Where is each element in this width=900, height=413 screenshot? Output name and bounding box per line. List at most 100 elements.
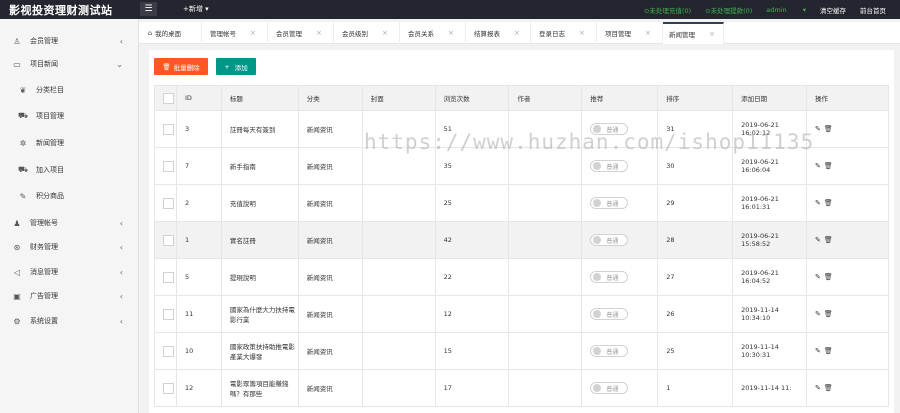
row-checkbox[interactable]: [163, 160, 174, 172]
recommend-toggle[interactable]: 普通: [590, 345, 629, 357]
column-header: 标题: [220, 85, 299, 111]
tab-login-log[interactable]: 登录日志 ×: [531, 22, 597, 44]
edit-icon[interactable]: ✎: [815, 273, 824, 281]
trash-icon[interactable]: 🗑: [824, 199, 836, 207]
sidebar-item-admin-accounts[interactable]: ♟ 管理帐号 ‹: [0, 211, 139, 235]
row-checkbox[interactable]: [163, 123, 174, 135]
sidebar-item-ads[interactable]: ▣ 广告管理 ‹: [0, 284, 139, 308]
sidebar-item-members[interactable]: ♙ 会员管理 ‹: [0, 29, 139, 53]
tab-admin-accounts[interactable]: 管理帐号 ×: [202, 22, 268, 44]
sidebar-item-categories[interactable]: ❦ 分类栏目: [0, 78, 139, 102]
add-new-menu[interactable]: +新增 ▾: [183, 4, 209, 14]
pending-recharge-link[interactable]: ⊙未处理充值(0): [644, 5, 691, 15]
row-checkbox[interactable]: [163, 308, 174, 320]
edit-icon[interactable]: ✎: [815, 310, 824, 318]
trash-icon[interactable]: 🗑: [824, 125, 836, 133]
row-checkbox[interactable]: [163, 197, 174, 209]
clear-cache-link[interactable]: 清空缓存: [820, 5, 846, 15]
sidebar-item-messages[interactable]: ◁ 消息管理 ‹: [0, 260, 139, 284]
plus-icon: +: [224, 62, 230, 71]
trash-icon[interactable]: 🗑: [824, 162, 836, 170]
tab-member-levels[interactable]: 会员级别 ×: [334, 22, 400, 44]
edit-icon[interactable]: ✎: [815, 199, 824, 207]
toggle-label: 普通: [606, 163, 619, 171]
toggle-knob: [593, 384, 602, 392]
cart-icon: ⛟: [18, 111, 29, 120]
close-icon[interactable]: ×: [448, 29, 454, 37]
sidebar-item-label: 项目管理: [36, 112, 64, 120]
close-icon[interactable]: ×: [316, 29, 322, 37]
trash-icon[interactable]: 🗑: [824, 236, 836, 244]
select-all-checkbox[interactable]: [163, 92, 174, 104]
close-icon[interactable]: ×: [579, 29, 585, 37]
title-cell: 註冊每天有簽到: [220, 110, 299, 148]
recommend-toggle[interactable]: 普通: [590, 382, 629, 394]
category-cell: 新闻资讯: [297, 332, 363, 370]
tab-member-relations[interactable]: 会员关系 ×: [400, 22, 466, 44]
toggle-knob: [593, 310, 602, 318]
row-select-cell: [154, 221, 177, 259]
bell-icon: ◁: [13, 267, 21, 277]
add-label: 添加: [234, 63, 248, 72]
close-icon[interactable]: ×: [382, 29, 388, 37]
menu-icon[interactable]: ☰: [140, 2, 157, 16]
row-checkbox[interactable]: [163, 234, 174, 246]
sidebar-item-news[interactable]: ✲ 新闻管理: [0, 131, 139, 155]
tab-news[interactable]: 新闻管理 ×: [663, 22, 724, 44]
sidebar-item-points-goods[interactable]: ✎ 积分商品: [0, 184, 139, 208]
recommend-toggle[interactable]: 普通: [590, 271, 629, 283]
id-cell: 10: [175, 332, 222, 370]
sidebar-item-join-project[interactable]: ⛟ 加入项目: [0, 158, 139, 182]
views-cell: 12: [434, 295, 510, 333]
front-home-link[interactable]: 前台首页: [860, 5, 886, 15]
chevron-down-icon: ⌄: [116, 59, 123, 69]
trash-icon[interactable]: 🗑: [824, 273, 836, 281]
title-cell: 國家政策扶持助推電影產業大爆發: [220, 332, 299, 370]
sidebar-item-system-settings[interactable]: ⚙ 系统设置 ‹: [0, 309, 139, 333]
edit-icon[interactable]: ✎: [815, 384, 824, 392]
views-cell: 15: [434, 332, 510, 370]
user-name: admin: [766, 5, 787, 14]
table-row: 11 國家為什麼大力扶持電影行業 新闻资讯 12 普通 26 2019-11-14 10:3…: [154, 295, 889, 333]
tab-settlement-report[interactable]: 结算报表 ×: [466, 22, 531, 44]
recommend-toggle[interactable]: 普通: [590, 160, 629, 172]
category-cell: 新闻资讯: [297, 221, 363, 259]
add-button[interactable]: + 添加: [216, 58, 256, 75]
edit-icon[interactable]: ✎: [815, 125, 824, 133]
sidebar-item-label: 项目新闻: [30, 60, 58, 68]
row-checkbox[interactable]: [163, 345, 174, 357]
sidebar-item-label: 系统设置: [30, 317, 58, 325]
views-cell: 25: [434, 184, 510, 222]
close-icon[interactable]: ×: [514, 29, 520, 37]
sidebar-item-finance[interactable]: ⊛ 财务管理 ‹: [0, 235, 139, 259]
tab-projects[interactable]: 项目管理 ×: [597, 22, 663, 44]
batch-delete-button[interactable]: 🗑 批量删除: [154, 58, 208, 75]
close-icon[interactable]: ×: [645, 29, 651, 37]
chevron-left-icon: ‹: [119, 218, 123, 228]
tab-my-desktop[interactable]: ⌂ 我的桌面: [139, 22, 202, 44]
close-icon[interactable]: ×: [709, 30, 715, 38]
cover-cell: [361, 332, 436, 370]
trash-icon[interactable]: 🗑: [824, 384, 836, 392]
edit-icon[interactable]: ✎: [815, 162, 824, 170]
edit-icon[interactable]: ✎: [815, 347, 824, 355]
row-checkbox[interactable]: [163, 382, 174, 394]
trash-icon[interactable]: 🗑: [824, 347, 836, 355]
recommend-toggle[interactable]: 普通: [590, 197, 629, 209]
sidebar-item-projects[interactable]: ⛟ 项目管理: [0, 104, 139, 128]
tab-label: 登录日志: [539, 30, 565, 38]
toggle-label: 普通: [606, 311, 619, 319]
trash-icon[interactable]: 🗑: [824, 310, 836, 318]
actions-cell: ✎🗑: [806, 184, 889, 222]
recommend-toggle[interactable]: 普通: [590, 308, 629, 320]
close-icon[interactable]: ×: [250, 29, 256, 37]
pending-withdraw-link[interactable]: ⊙未处理提款(0): [705, 5, 752, 15]
user-menu[interactable]: admin ▾: [766, 6, 806, 14]
row-checkbox[interactable]: [163, 271, 174, 283]
home-icon: ⌂: [148, 29, 153, 37]
edit-icon[interactable]: ✎: [815, 236, 824, 244]
tab-label: 会员级别: [342, 30, 368, 38]
tab-members[interactable]: 会员管理 ×: [268, 22, 334, 44]
recommend-toggle[interactable]: 普通: [590, 234, 629, 246]
sidebar-item-project-news[interactable]: ▭ 项目新闻 ⌄: [0, 52, 139, 76]
